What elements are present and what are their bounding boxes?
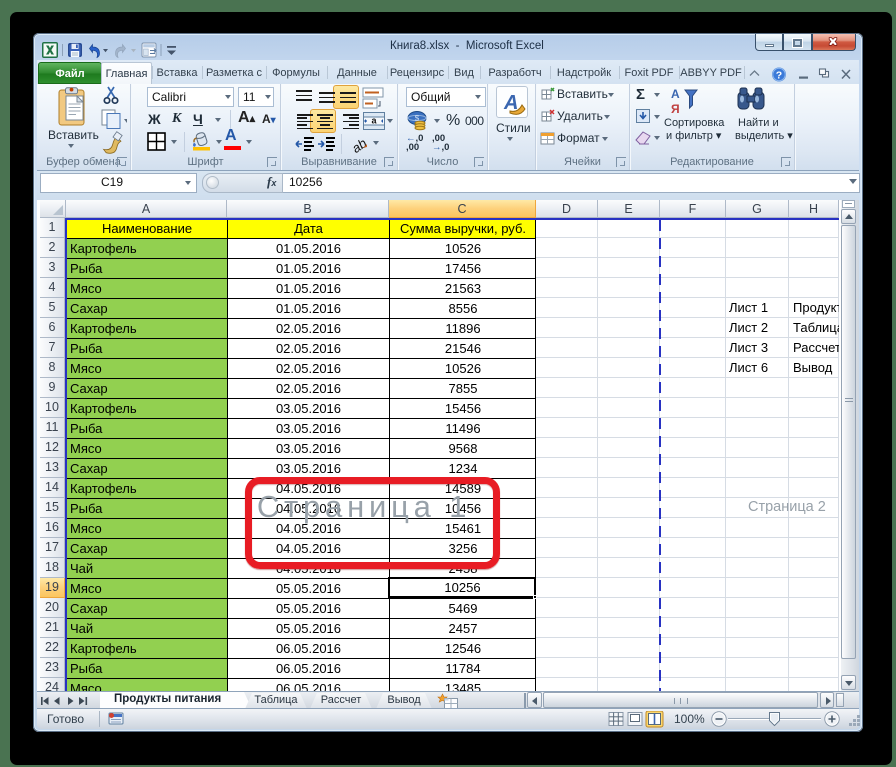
svg-text:А: А	[671, 87, 680, 101]
svg-text:ab: ab	[349, 135, 369, 154]
svg-text:Я: Я	[671, 102, 680, 116]
svg-text:?: ?	[776, 70, 782, 82]
